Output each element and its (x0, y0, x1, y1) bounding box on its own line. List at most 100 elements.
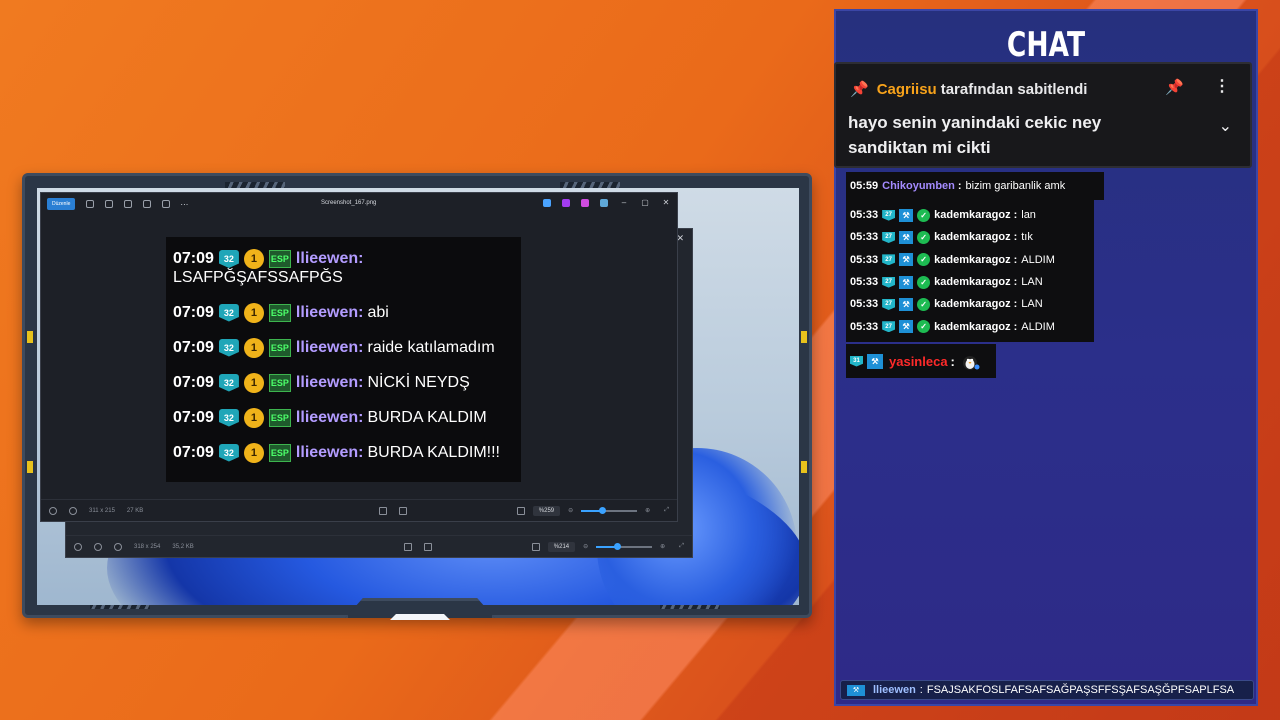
delete-icon[interactable] (105, 200, 114, 208)
more-options-icon[interactable]: ⋮ (1214, 76, 1230, 96)
message-text: NİCKİ NEYDŞ (367, 373, 470, 391)
username: kademkaragoz (934, 276, 1011, 289)
coin-badge-icon: 1 (243, 442, 264, 463)
sub-badge-icon: 27 (882, 209, 896, 221)
hammer-badge-icon: ⚒ (899, 297, 914, 311)
zoom-out-icon[interactable]: ⊖ (568, 507, 573, 514)
timestamp: 05:33 (850, 209, 879, 222)
info-icon[interactable] (69, 506, 77, 515)
sub-badge-icon: 31 (850, 355, 863, 367)
chat-title: CHAT (1006, 25, 1086, 65)
pinned-by-text: tarafından sabitlendi (940, 80, 1088, 98)
username: llieewen (295, 250, 359, 267)
aspect-icon[interactable] (531, 542, 540, 551)
verified-badge-icon: ✓ (917, 253, 931, 267)
frame-accent (27, 331, 33, 343)
app-icon-2[interactable] (562, 198, 570, 207)
esp-badge-icon: ESP (268, 443, 291, 462)
edit-button[interactable]: Düzenle (47, 198, 76, 210)
status-bar: 311 x 215 27 KB %259 ⊖ ⊕ ⤢ (41, 499, 677, 521)
unpin-icon[interactable]: 📌 (1165, 78, 1184, 96)
frame-accent (27, 461, 33, 473)
chevron-down-icon[interactable]: ⌄ (1219, 116, 1232, 136)
timestamp: 07:09 (173, 303, 214, 321)
desktop-screen: ✕ 318 x 254 35,2 KB %214 ⊖ ⊕ ⤢ Düzenle ⋯… (37, 188, 799, 605)
file-size: 27 KB (126, 507, 144, 514)
close-icon[interactable]: ✕ (661, 198, 671, 207)
zoom-dropdown[interactable]: %259 (532, 505, 561, 516)
app-icon-1[interactable] (543, 198, 551, 207)
screenshot-chat-row: 07:09 32 1 ESP llieewen: NİCKİ NEYDŞ (173, 372, 470, 393)
export-icon[interactable] (162, 200, 171, 208)
hammer-badge-icon: ⚒ (899, 230, 914, 244)
timestamp: 05:33 (850, 253, 879, 266)
aspect-icon[interactable] (516, 506, 525, 515)
frame-notch-light (390, 614, 450, 620)
fullscreen-icon[interactable]: ⤢ (679, 543, 684, 550)
zoom-out-icon[interactable]: ⊖ (583, 543, 588, 550)
zoom-in-icon[interactable]: ⊕ (660, 543, 665, 550)
crop-icon[interactable] (403, 542, 412, 551)
minimize-icon[interactable]: – (619, 198, 629, 207)
message-text: ALDIM (1021, 320, 1055, 333)
expand-icon[interactable] (398, 506, 407, 515)
pinned-by-user: Cagriisu (876, 80, 937, 98)
zoom-slider[interactable] (596, 542, 653, 550)
sub-badge-icon: 32 (218, 408, 239, 427)
sub-badge-icon: 32 (218, 338, 239, 357)
timestamp: 05:33 (850, 276, 879, 289)
heart-icon[interactable] (49, 506, 57, 515)
maximize-icon[interactable]: ▢ (640, 198, 650, 207)
username: llieewen (295, 443, 359, 461)
hammer-badge-icon: ⚒ (899, 320, 914, 334)
username: kademkaragoz (934, 298, 1011, 311)
esp-badge-icon: ESP (268, 408, 291, 427)
sub-badge-icon: 32 (218, 443, 239, 462)
heart-icon[interactable] (94, 542, 102, 551)
coin-badge-icon: 1 (243, 249, 264, 269)
app-icon-4[interactable] (600, 198, 608, 207)
chat-message: 05:33 27 ⚒ ✓ kademkaragoz: LAN (850, 297, 1043, 311)
rotate-icon[interactable] (86, 200, 95, 208)
zoom-in-icon[interactable]: ⊕ (645, 507, 650, 514)
username: Chikoyumben (882, 180, 955, 192)
chat-message: 05:33 27 ⚒ ✓ kademkaragoz: ALDIM (850, 253, 1055, 267)
username: kademkaragoz (934, 253, 1011, 266)
photo-viewer-window[interactable]: Düzenle ⋯ Screenshot_167.png – ▢ ✕ 07:09… (40, 192, 678, 522)
esp-badge-icon: ESP (268, 338, 291, 357)
esp-badge-icon: ESP (268, 373, 291, 392)
info-icon[interactable] (114, 542, 122, 551)
status-bar: 318 x 254 35,2 KB %214 ⊖ ⊕ ⤢ (66, 535, 692, 557)
username: llieewen (295, 408, 359, 426)
fullscreen-icon[interactable]: ⤢ (664, 507, 669, 514)
window-title: Screenshot_167.png (321, 200, 377, 206)
crop-icon[interactable] (378, 506, 387, 515)
username: kademkaragoz (934, 231, 1011, 244)
image-dimensions: 311 x 215 (89, 507, 115, 514)
sub-badge-icon: 32 (218, 250, 239, 268)
hammer-badge-icon: ⚒ (867, 353, 883, 369)
chat-ticker-message: ⚒ llieewen: FSAJSAKFOSLFAFSAFSAĞPAŞSFFSŞ… (840, 680, 1254, 700)
chat-message: 31 ⚒ yasinleca: (846, 344, 996, 378)
username: kademkaragoz (934, 320, 1011, 333)
more-icon[interactable]: ⋯ (180, 200, 188, 209)
zoom-dropdown[interactable]: %214 (547, 541, 576, 552)
app-icon-3[interactable] (581, 198, 589, 207)
hammer-badge-icon: ⚒ (899, 208, 914, 222)
message-text: FSAJSAKFOSLFAFSAFSAĞPAŞSFFSŞAFSAŞĞPFSAPL… (926, 684, 1235, 696)
chat-message: 05:33 27 ⚒ ✓ kademkaragoz: LAN (850, 275, 1043, 289)
screenshot-chat-image: 07:09 32 1 ESP llieewen: LSAFPĞŞAFSSAFPĞ… (166, 237, 521, 482)
file-size: 35,2 KB (172, 543, 194, 550)
share-icon[interactable] (143, 200, 152, 208)
username: llieewen (295, 338, 359, 356)
print-icon[interactable] (124, 200, 133, 208)
message-text: BURDA KALDIM (367, 408, 487, 426)
title-bar: Düzenle ⋯ Screenshot_167.png – ▢ ✕ (41, 193, 677, 215)
fit-icon[interactable] (74, 542, 82, 551)
sub-badge-icon: 27 (882, 254, 896, 266)
image-dimensions: 318 x 254 (134, 543, 161, 550)
pinned-message[interactable]: 📌 Cagriisu tarafından sabitlendi 📌 ⋮ hay… (834, 62, 1252, 168)
expand-icon[interactable] (423, 542, 432, 551)
zoom-slider[interactable] (581, 506, 638, 514)
screenshot-chat-row: 07:09 32 1 ESP llieewen: BURDA KALDIM!!! (173, 442, 500, 463)
